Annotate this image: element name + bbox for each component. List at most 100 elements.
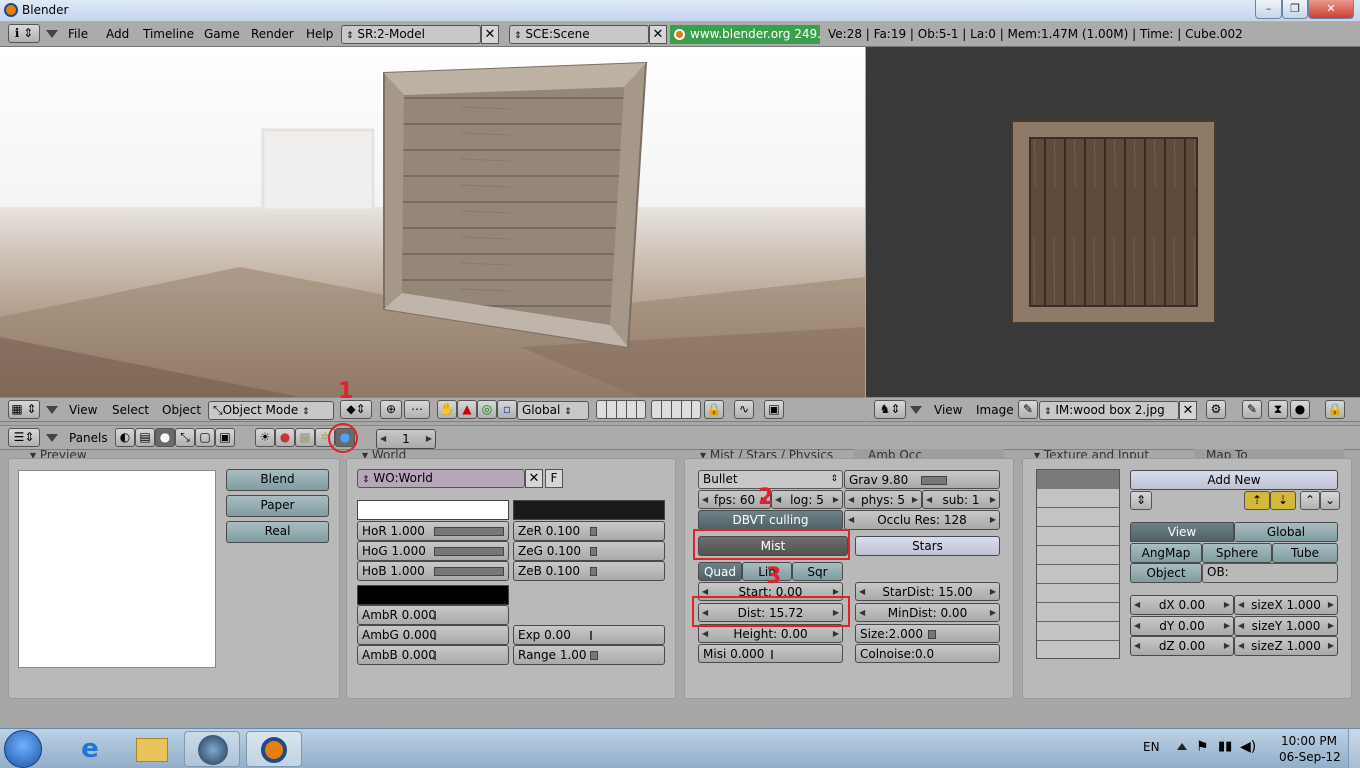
- menu-game[interactable]: Game: [204, 27, 240, 41]
- internet-explorer-icon[interactable]: e: [62, 731, 118, 767]
- chevron-down-icon[interactable]: ⌄: [1320, 491, 1340, 510]
- network-icon[interactable]: ▮▮: [1218, 739, 1232, 754]
- horizon-color-swatch[interactable]: [357, 500, 509, 520]
- mode-selector[interactable]: ⤡Object Mode ⇕: [208, 401, 334, 420]
- ambient-color-swatch[interactable]: [357, 585, 509, 605]
- maximize-button[interactable]: ❐: [1282, 0, 1308, 19]
- hob-slider[interactable]: HoB 1.000: [357, 561, 509, 581]
- layer-buttons-1[interactable]: [596, 400, 646, 419]
- coord-view-button[interactable]: View: [1130, 522, 1234, 542]
- clock-date[interactable]: 06-Sep-12: [1279, 750, 1341, 764]
- chevron-up-icon[interactable]: ⌃: [1300, 491, 1320, 510]
- lock-icon[interactable]: 🔒: [1325, 400, 1345, 419]
- layer-lock-button[interactable]: ⋯: [404, 400, 430, 419]
- menu-image[interactable]: Image: [976, 403, 1014, 417]
- move-up-arrow-icon[interactable]: ⇡: [1244, 491, 1270, 510]
- sizex-field[interactable]: ◀ sizeX 1.000 ▶: [1234, 595, 1338, 615]
- coord-tube-button[interactable]: Tube: [1272, 543, 1338, 563]
- image-editor-type-button[interactable]: ♞⇕: [874, 400, 906, 419]
- min-dist-field[interactable]: ◀ MinDist: 0.00 ▶: [855, 603, 1000, 622]
- image-selector[interactable]: ⇕ IM:wood box 2.jpg: [1039, 401, 1179, 420]
- blender-web-link[interactable]: www.blender.org 249.2: [670, 25, 820, 44]
- paper-button[interactable]: Paper: [226, 495, 329, 517]
- collapse-menus-icon[interactable]: [46, 30, 58, 38]
- menu-render[interactable]: Render: [251, 27, 294, 41]
- misi-slider[interactable]: Misi 0.000: [698, 644, 843, 663]
- lock-icon[interactable]: 🔒: [704, 400, 724, 419]
- minimize-button[interactable]: –: [1255, 0, 1282, 19]
- coord-sphere-button[interactable]: Sphere: [1202, 543, 1272, 563]
- snap-icon[interactable]: ∿: [734, 400, 754, 419]
- sizez-field[interactable]: ◀ sizeZ 1.000 ▶: [1234, 636, 1338, 656]
- ambr-slider[interactable]: AmbR 0.000: [357, 605, 509, 625]
- menu-add[interactable]: Add: [106, 27, 129, 41]
- scale-manipulator-icon[interactable]: ▫: [497, 400, 517, 419]
- shading-context-icon[interactable]: ●: [155, 428, 175, 447]
- ambg-slider[interactable]: AmbG 0.000: [357, 625, 509, 645]
- gravity-slider[interactable]: Grav 9.80: [844, 470, 1000, 489]
- log-field[interactable]: ◀ log: 5 ▶: [771, 490, 843, 509]
- image-editor[interactable]: [866, 47, 1360, 397]
- action-center-flag-icon[interactable]: ⚑: [1196, 739, 1209, 755]
- close-button[interactable]: ✕: [1308, 0, 1354, 19]
- texture-subcontext-icon[interactable]: ▩: [295, 428, 315, 447]
- star-size-slider[interactable]: Size:2.000: [855, 624, 1000, 643]
- hor-slider[interactable]: HoR 1.000: [357, 521, 509, 541]
- object-name-field[interactable]: OB:: [1202, 563, 1338, 583]
- range-slider[interactable]: Range 1.00: [513, 645, 665, 665]
- clock-time[interactable]: 10:00 PM: [1281, 734, 1337, 748]
- network-globe-icon[interactable]: [184, 731, 240, 767]
- zenith-color-swatch[interactable]: [513, 500, 665, 520]
- pack-image-icon[interactable]: ⚙: [1206, 400, 1226, 419]
- panels-label[interactable]: Panels: [69, 431, 108, 445]
- render-image-icon[interactable]: ▣: [764, 400, 784, 419]
- buttons-editor-type-button[interactable]: ☰⇕: [8, 428, 40, 447]
- exp-slider[interactable]: Exp 0.00: [513, 625, 665, 645]
- hog-slider[interactable]: HoG 1.000: [357, 541, 509, 561]
- blend-button[interactable]: Blend: [226, 469, 329, 491]
- coord-angmap-button[interactable]: AngMap: [1130, 543, 1202, 563]
- paint-brush-icon[interactable]: ✎: [1018, 400, 1038, 419]
- menu-file[interactable]: File: [68, 27, 88, 41]
- add-new-texture-button[interactable]: Add New: [1130, 470, 1338, 490]
- zer-slider[interactable]: ZeR 0.100: [513, 521, 665, 541]
- delete-screen-button[interactable]: ✕: [481, 25, 499, 44]
- 3d-viewport[interactable]: [0, 47, 865, 397]
- start-button[interactable]: [4, 730, 42, 768]
- zeb-slider[interactable]: ZeB 0.100: [513, 561, 665, 581]
- screen-selector[interactable]: ⇕ SR:2-Model: [341, 25, 481, 44]
- coord-object-button[interactable]: Object: [1130, 563, 1202, 583]
- real-button[interactable]: Real: [226, 521, 329, 543]
- blender-taskbar-icon[interactable]: [246, 731, 302, 767]
- hand-transform-icon[interactable]: ✋: [437, 400, 457, 419]
- translate-manipulator-icon[interactable]: ▲: [457, 400, 477, 419]
- occlusion-resolution-field[interactable]: ◀ Occlu Res: 128 ▶: [844, 510, 1000, 530]
- info-editor-type-button[interactable]: ℹ ⇕: [8, 24, 40, 43]
- fake-user-button[interactable]: F: [545, 469, 563, 488]
- editing-context-icon[interactable]: ▢: [195, 428, 215, 447]
- ambb-slider[interactable]: AmbB 0.000: [357, 645, 509, 665]
- dz-field[interactable]: ◀ dZ 0.00 ▶: [1130, 636, 1234, 656]
- uv-dot-icon[interactable]: ●: [1290, 400, 1310, 419]
- language-indicator[interactable]: EN: [1143, 740, 1160, 754]
- uv-paint-icon[interactable]: ✎: [1242, 400, 1262, 419]
- volume-icon[interactable]: ◀): [1240, 739, 1256, 755]
- star-dist-field[interactable]: ◀ StarDist: 15.00 ▶: [855, 582, 1000, 601]
- unlink-world-button[interactable]: ✕: [525, 469, 543, 488]
- logic-context-icon[interactable]: ◐: [115, 428, 135, 447]
- 3d-editor-type-button[interactable]: ▦ ⇕: [8, 400, 40, 419]
- file-explorer-icon[interactable]: [124, 731, 180, 767]
- unlink-image-button[interactable]: ✕: [1179, 401, 1197, 420]
- frame-number-field[interactable]: ◀ 1 ▶: [376, 429, 436, 449]
- sub-field[interactable]: ◀ sub: 1 ▶: [922, 490, 1000, 509]
- menu-object[interactable]: Object: [162, 403, 201, 417]
- pivot-button[interactable]: ⊕: [380, 400, 402, 419]
- move-down-arrow-icon[interactable]: ⇣: [1270, 491, 1296, 510]
- sizey-field[interactable]: ◀ sizeY 1.000 ▶: [1234, 616, 1338, 636]
- show-desktop-button[interactable]: [1348, 729, 1360, 768]
- dbvt-culling-toggle[interactable]: DBVT culling: [698, 510, 843, 530]
- mist-sqr-button[interactable]: Sqr: [792, 562, 843, 581]
- texture-channel-list[interactable]: [1036, 469, 1120, 659]
- texture-browse-button[interactable]: ⇕: [1130, 491, 1152, 510]
- rotate-manipulator-icon[interactable]: ◎: [477, 400, 497, 419]
